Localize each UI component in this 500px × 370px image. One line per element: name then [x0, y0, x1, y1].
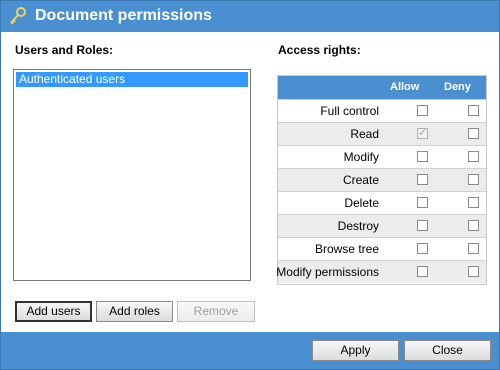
add-users-button[interactable]: Add users — [15, 301, 92, 322]
allow-checkbox — [417, 126, 428, 139]
allow-checkbox[interactable] — [417, 243, 428, 254]
add-roles-button[interactable]: Add roles — [96, 301, 173, 322]
close-button[interactable]: Close — [404, 340, 491, 361]
allow-column-header: Allow — [390, 81, 420, 93]
users-roles-label: Users and Roles: — [15, 43, 114, 57]
remove-button: Remove — [177, 301, 255, 322]
deny-checkbox[interactable] — [468, 174, 479, 185]
allow-checkbox[interactable] — [417, 151, 428, 162]
deny-checkbox[interactable] — [468, 151, 479, 162]
right-name: Browse tree — [314, 242, 379, 256]
right-name: Delete — [344, 196, 379, 210]
right-row-full-control: Full control — [278, 99, 486, 122]
deny-checkbox[interactable] — [468, 197, 479, 208]
deny-checkbox[interactable] — [468, 243, 479, 254]
key-icon — [8, 6, 28, 26]
allow-checkbox[interactable] — [417, 220, 428, 231]
right-row-create: Create — [278, 168, 486, 191]
right-name: Create — [342, 173, 379, 187]
deny-checkbox[interactable] — [468, 220, 479, 231]
deny-checkbox[interactable] — [468, 128, 479, 139]
right-row-modify: Modify — [278, 145, 486, 168]
right-name: Modify — [343, 150, 379, 164]
rights-table-header: Allow Deny — [278, 76, 486, 99]
deny-column-header: Deny — [444, 81, 471, 93]
document-permissions-dialog: Document permissions Users and Roles: Ac… — [0, 0, 500, 370]
right-name: Modify permissions — [276, 265, 379, 279]
right-name: Full control — [320, 104, 379, 118]
right-row-destroy: Destroy — [278, 214, 486, 237]
right-row-delete: Delete — [278, 191, 486, 214]
access-rights-label: Access rights: — [278, 43, 361, 57]
list-item-authenticated-users[interactable]: Authenticated users — [16, 72, 248, 87]
allow-checkbox[interactable] — [417, 174, 428, 185]
deny-checkbox[interactable] — [468, 266, 479, 277]
apply-button[interactable]: Apply — [312, 340, 399, 361]
allow-checkbox[interactable] — [417, 266, 428, 277]
users-roles-list[interactable]: Authenticated users — [13, 69, 251, 281]
right-row-browse-tree: Browse tree — [278, 237, 486, 260]
allow-checkbox[interactable] — [417, 197, 428, 208]
deny-checkbox[interactable] — [468, 105, 479, 116]
allow-checkbox[interactable] — [417, 105, 428, 116]
right-row-modify-permissions: Modify permissions — [276, 260, 486, 283]
access-rights-table: Allow Deny Full control Read Modify Crea… — [276, 75, 487, 285]
dialog-title: Document permissions — [35, 7, 212, 24]
right-name: Read — [350, 127, 379, 141]
title-bar[interactable]: Document permissions — [1, 1, 499, 32]
right-name: Destroy — [337, 219, 379, 233]
right-row-read: Read — [278, 122, 486, 145]
